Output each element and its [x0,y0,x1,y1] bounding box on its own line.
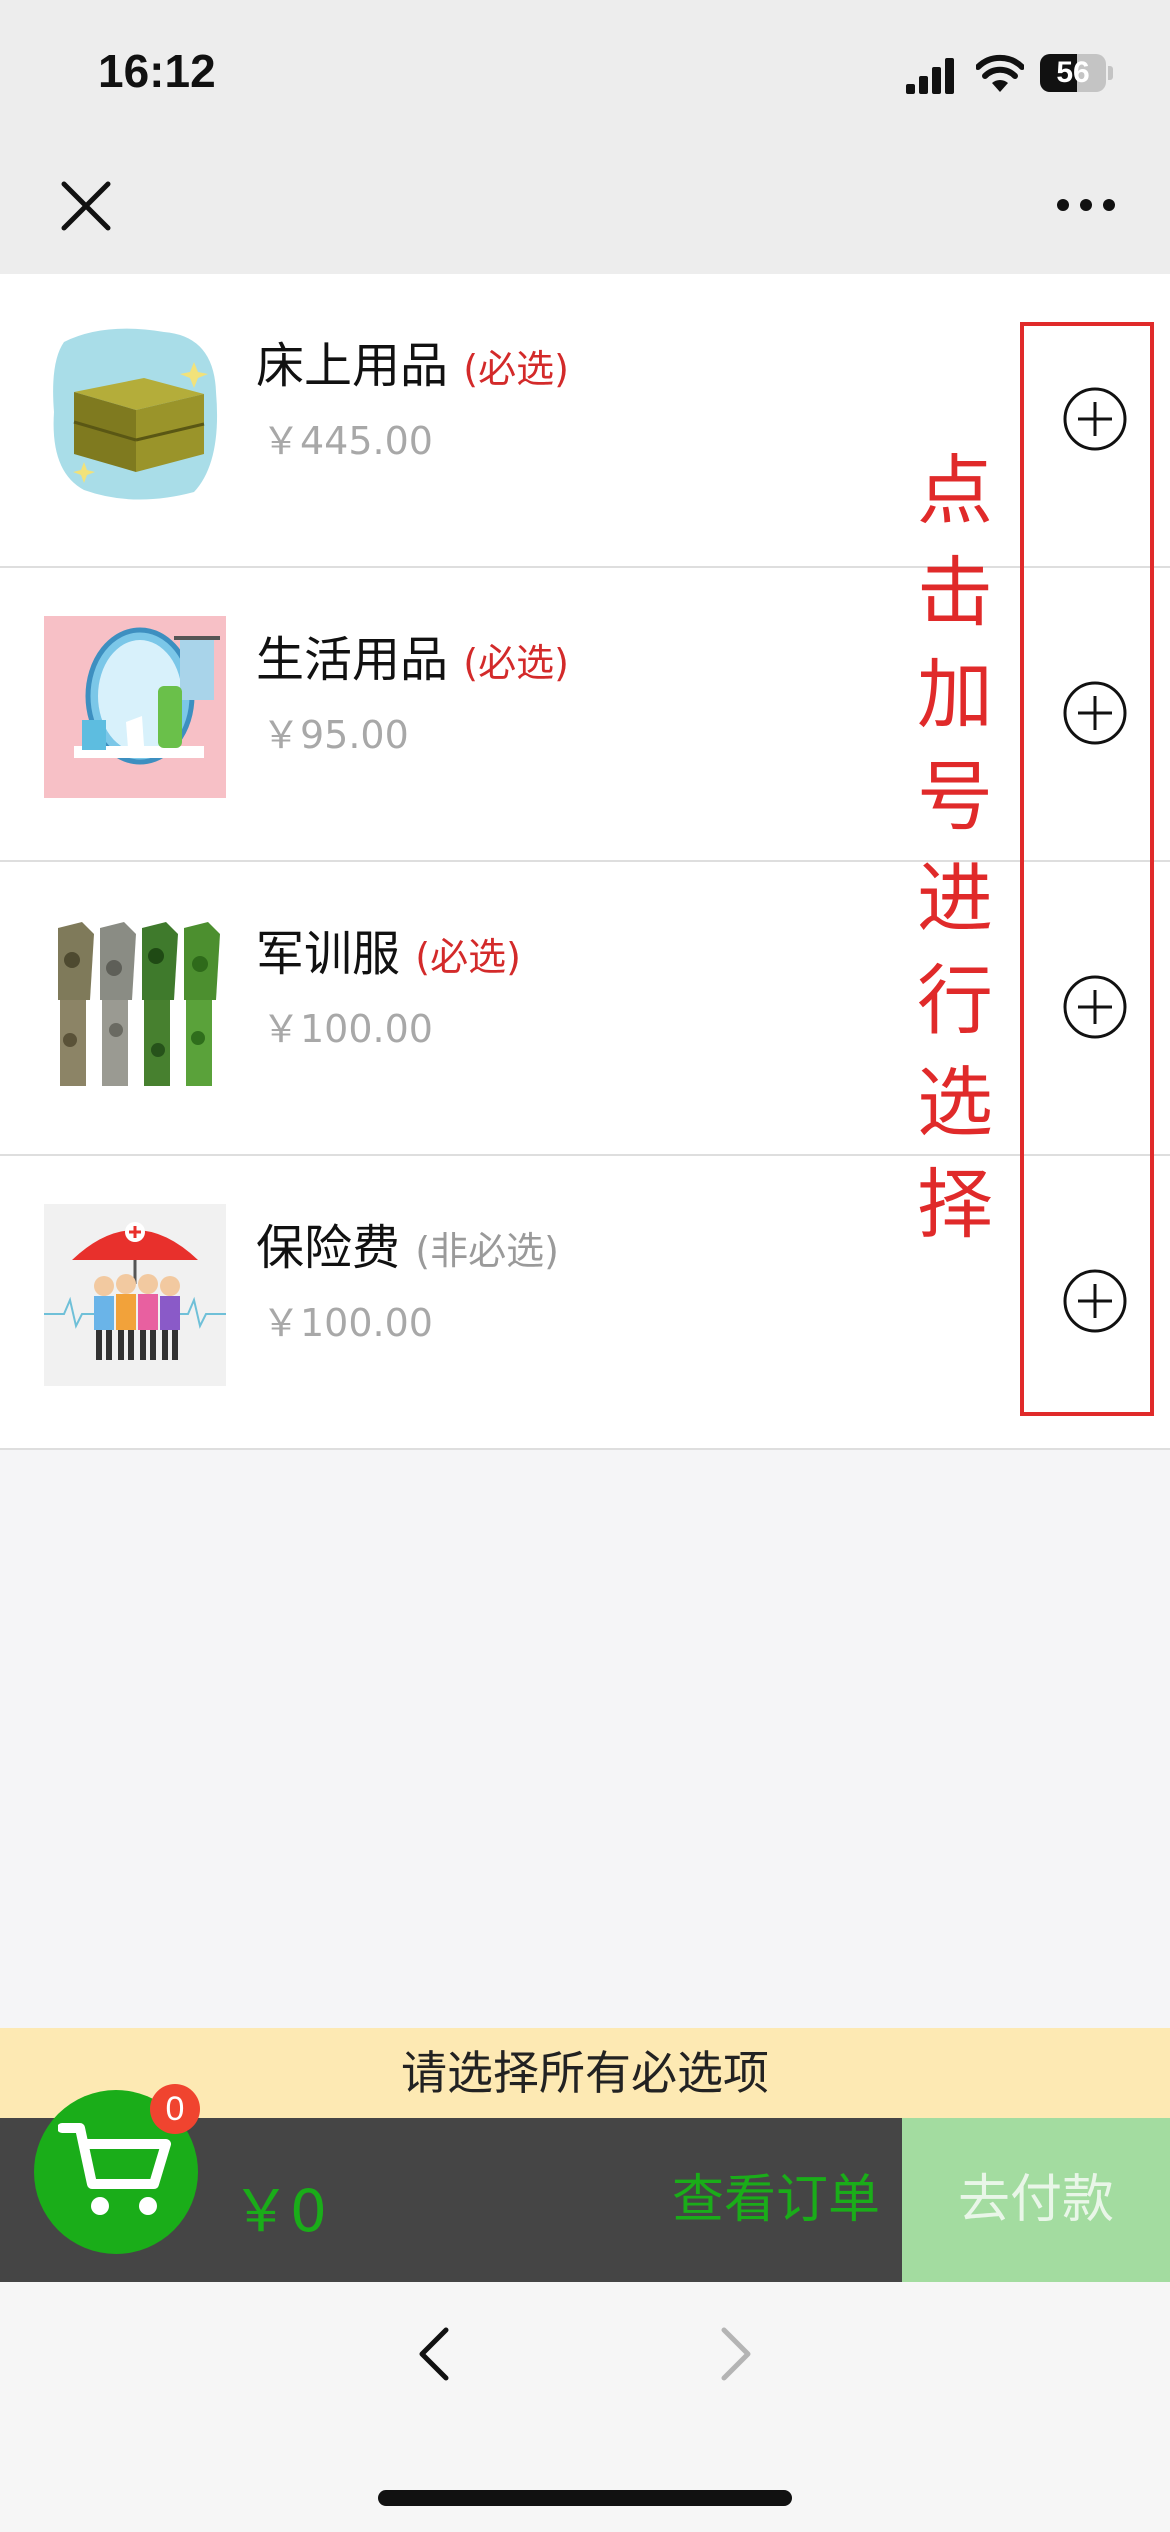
item-title: 军训服 (必选) [256,914,521,984]
required-tag: (必选) [463,641,569,685]
battery-level-text: 56 [1056,56,1090,89]
item-price: ￥100.00 [262,1301,433,1345]
wifi-icon [976,54,1024,92]
shopping-cart-icon[interactable] [58,2118,174,2224]
pay-button[interactable]: 去付款 [902,2118,1170,2282]
back-arrow-icon[interactable] [414,2326,454,2382]
forward-arrow-icon[interactable] [716,2326,756,2382]
required-tag: (必选) [463,347,569,391]
item-price: ￥100.00 [262,1007,433,1051]
cellular-signal-icon [906,58,954,94]
item-price: ￥95.00 [262,713,409,757]
item-name: 保险费 [256,1220,401,1276]
optional-tag: (非必选) [415,1229,559,1273]
item-title: 保险费 (非必选) [256,1208,559,1278]
more-icon[interactable] [1055,195,1117,215]
item-name: 床上用品 [256,338,449,394]
annotation-text: 点击加号进行选择 [917,446,993,1249]
item-name: 军训服 [256,926,401,982]
close-icon[interactable] [60,180,112,232]
insurance-umbrella-image [44,1204,226,1386]
view-order-button[interactable]: 查看订单 [640,2118,880,2282]
cart-total: ￥0 [232,2177,327,2245]
status-time: 16:12 [98,45,216,97]
cart-count-badge: 0 [150,2084,200,2134]
item-title: 生活用品 (必选) [256,620,569,690]
item-title: 床上用品 (必选) [256,326,569,396]
toiletries-image [44,616,226,798]
annotation-highlight-box [1020,322,1154,1416]
bedding-box-image [53,328,218,500]
battery-indicator: 56 [1040,54,1113,92]
item-name: 生活用品 [256,632,449,688]
required-tag: (必选) [415,935,521,979]
nav-bar [0,150,1170,274]
camouflage-uniforms-image [44,910,226,1092]
home-indicator [378,2490,792,2506]
item-price: ￥445.00 [262,419,433,463]
